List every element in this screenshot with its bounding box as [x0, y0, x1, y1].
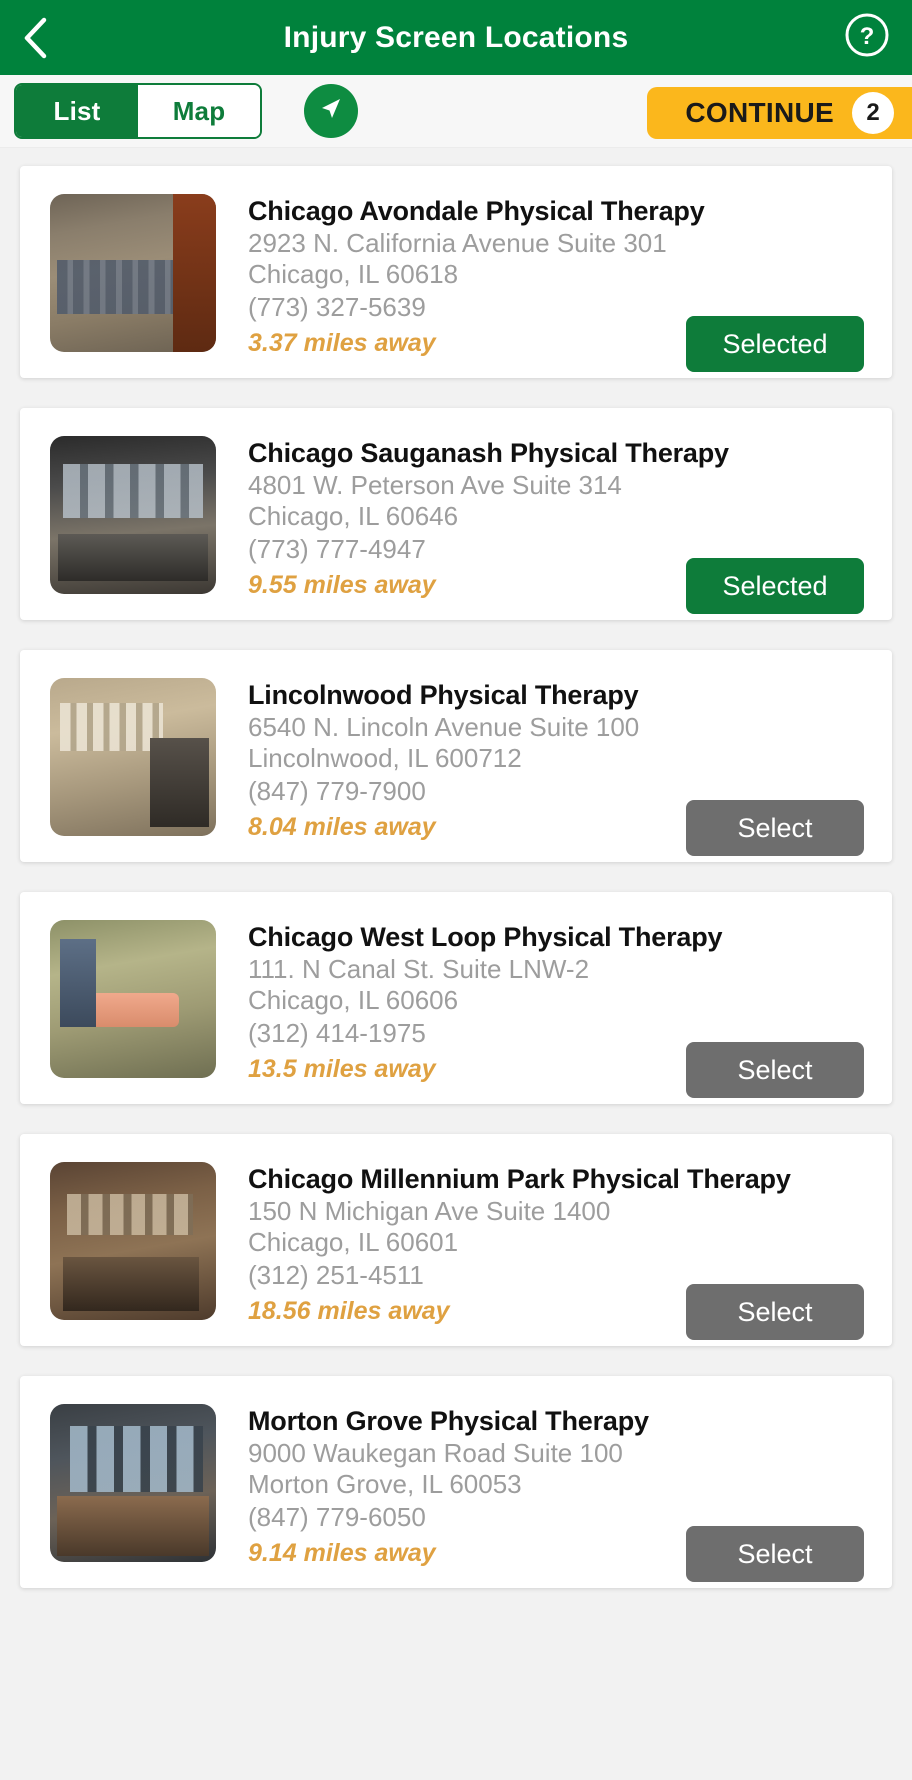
- location-card[interactable]: Morton Grove Physical Therapy 9000 Wauke…: [20, 1376, 892, 1588]
- location-name: Chicago Sauganash Physical Therapy: [248, 438, 729, 468]
- location-address: 9000 Waukegan Road Suite 100: [248, 1438, 623, 1468]
- location-thumbnail: [50, 920, 216, 1078]
- location-city-state-zip: Lincolnwood, IL 600712: [248, 743, 522, 773]
- navigation-arrow-icon: [316, 94, 346, 129]
- segment-map[interactable]: Map: [138, 85, 260, 137]
- select-button[interactable]: Select: [686, 1042, 864, 1098]
- location-info: Chicago West Loop Physical Therapy 111. …: [216, 920, 892, 1104]
- location-name: Chicago Millennium Park Physical Therapy: [248, 1164, 791, 1194]
- location-thumbnail: [50, 1162, 216, 1320]
- location-city-state-zip: Chicago, IL 60618: [248, 259, 459, 289]
- continue-label: CONTINUE: [685, 97, 834, 128]
- svg-text:?: ?: [860, 23, 875, 50]
- location-address: 2923 N. California Avenue Suite 301: [248, 228, 667, 258]
- select-button[interactable]: Select: [686, 1284, 864, 1340]
- segment-list[interactable]: List: [16, 85, 138, 137]
- location-address: 150 N Michigan Ave Suite 1400: [248, 1196, 611, 1226]
- location-info: Lincolnwood Physical Therapy 6540 N. Lin…: [216, 678, 892, 862]
- location-thumbnail: [50, 436, 216, 594]
- view-toolbar: List Map CONTINUE 2: [0, 75, 912, 148]
- location-address: 4801 W. Peterson Ave Suite 314: [248, 470, 622, 500]
- location-name: Morton Grove Physical Therapy: [248, 1406, 649, 1436]
- location-info: Chicago Sauganash Physical Therapy 4801 …: [216, 436, 892, 620]
- location-address: 6540 N. Lincoln Avenue Suite 100: [248, 712, 640, 742]
- location-name: Chicago West Loop Physical Therapy: [248, 922, 723, 952]
- app-header: Injury Screen Locations ?: [0, 0, 912, 75]
- locations-list[interactable]: Chicago Avondale Physical Therapy 2923 N…: [0, 148, 912, 1588]
- location-card[interactable]: Chicago Sauganash Physical Therapy 4801 …: [20, 408, 892, 620]
- locate-me-button[interactable]: [304, 84, 358, 138]
- location-card[interactable]: Chicago Millennium Park Physical Therapy…: [20, 1134, 892, 1346]
- page-title: Injury Screen Locations: [283, 20, 629, 54]
- location-card[interactable]: Chicago West Loop Physical Therapy 111. …: [20, 892, 892, 1104]
- continue-button[interactable]: CONTINUE 2: [647, 87, 912, 139]
- location-info: Chicago Millennium Park Physical Therapy…: [216, 1162, 892, 1346]
- location-card[interactable]: Lincolnwood Physical Therapy 6540 N. Lin…: [20, 650, 892, 862]
- select-button[interactable]: Selected: [686, 316, 864, 372]
- location-info: Chicago Avondale Physical Therapy 2923 N…: [216, 194, 892, 378]
- location-name: Lincolnwood Physical Therapy: [248, 680, 639, 710]
- list-map-segmented-control[interactable]: List Map: [14, 83, 262, 139]
- location-city-state-zip: Chicago, IL 60606: [248, 985, 459, 1015]
- select-button[interactable]: Select: [686, 1526, 864, 1582]
- location-address: 111. N Canal St. Suite LNW-2: [248, 954, 590, 984]
- location-thumbnail: [50, 194, 216, 352]
- select-button[interactable]: Selected: [686, 558, 864, 614]
- select-button[interactable]: Select: [686, 800, 864, 856]
- help-button[interactable]: ?: [844, 12, 890, 63]
- location-thumbnail: [50, 678, 216, 836]
- location-card[interactable]: Chicago Avondale Physical Therapy 2923 N…: [20, 166, 892, 378]
- continue-count-badge: 2: [852, 92, 894, 134]
- location-city-state-zip: Chicago, IL 60646: [248, 501, 459, 531]
- question-circle-icon: ?: [844, 12, 890, 63]
- back-button[interactable]: [22, 16, 66, 60]
- location-thumbnail: [50, 1404, 216, 1562]
- location-city-state-zip: Chicago, IL 60601: [248, 1227, 459, 1257]
- location-city-state-zip: Morton Grove, IL 60053: [248, 1469, 522, 1499]
- chevron-left-icon: [22, 16, 48, 60]
- location-name: Chicago Avondale Physical Therapy: [248, 196, 705, 226]
- location-info: Morton Grove Physical Therapy 9000 Wauke…: [216, 1404, 892, 1588]
